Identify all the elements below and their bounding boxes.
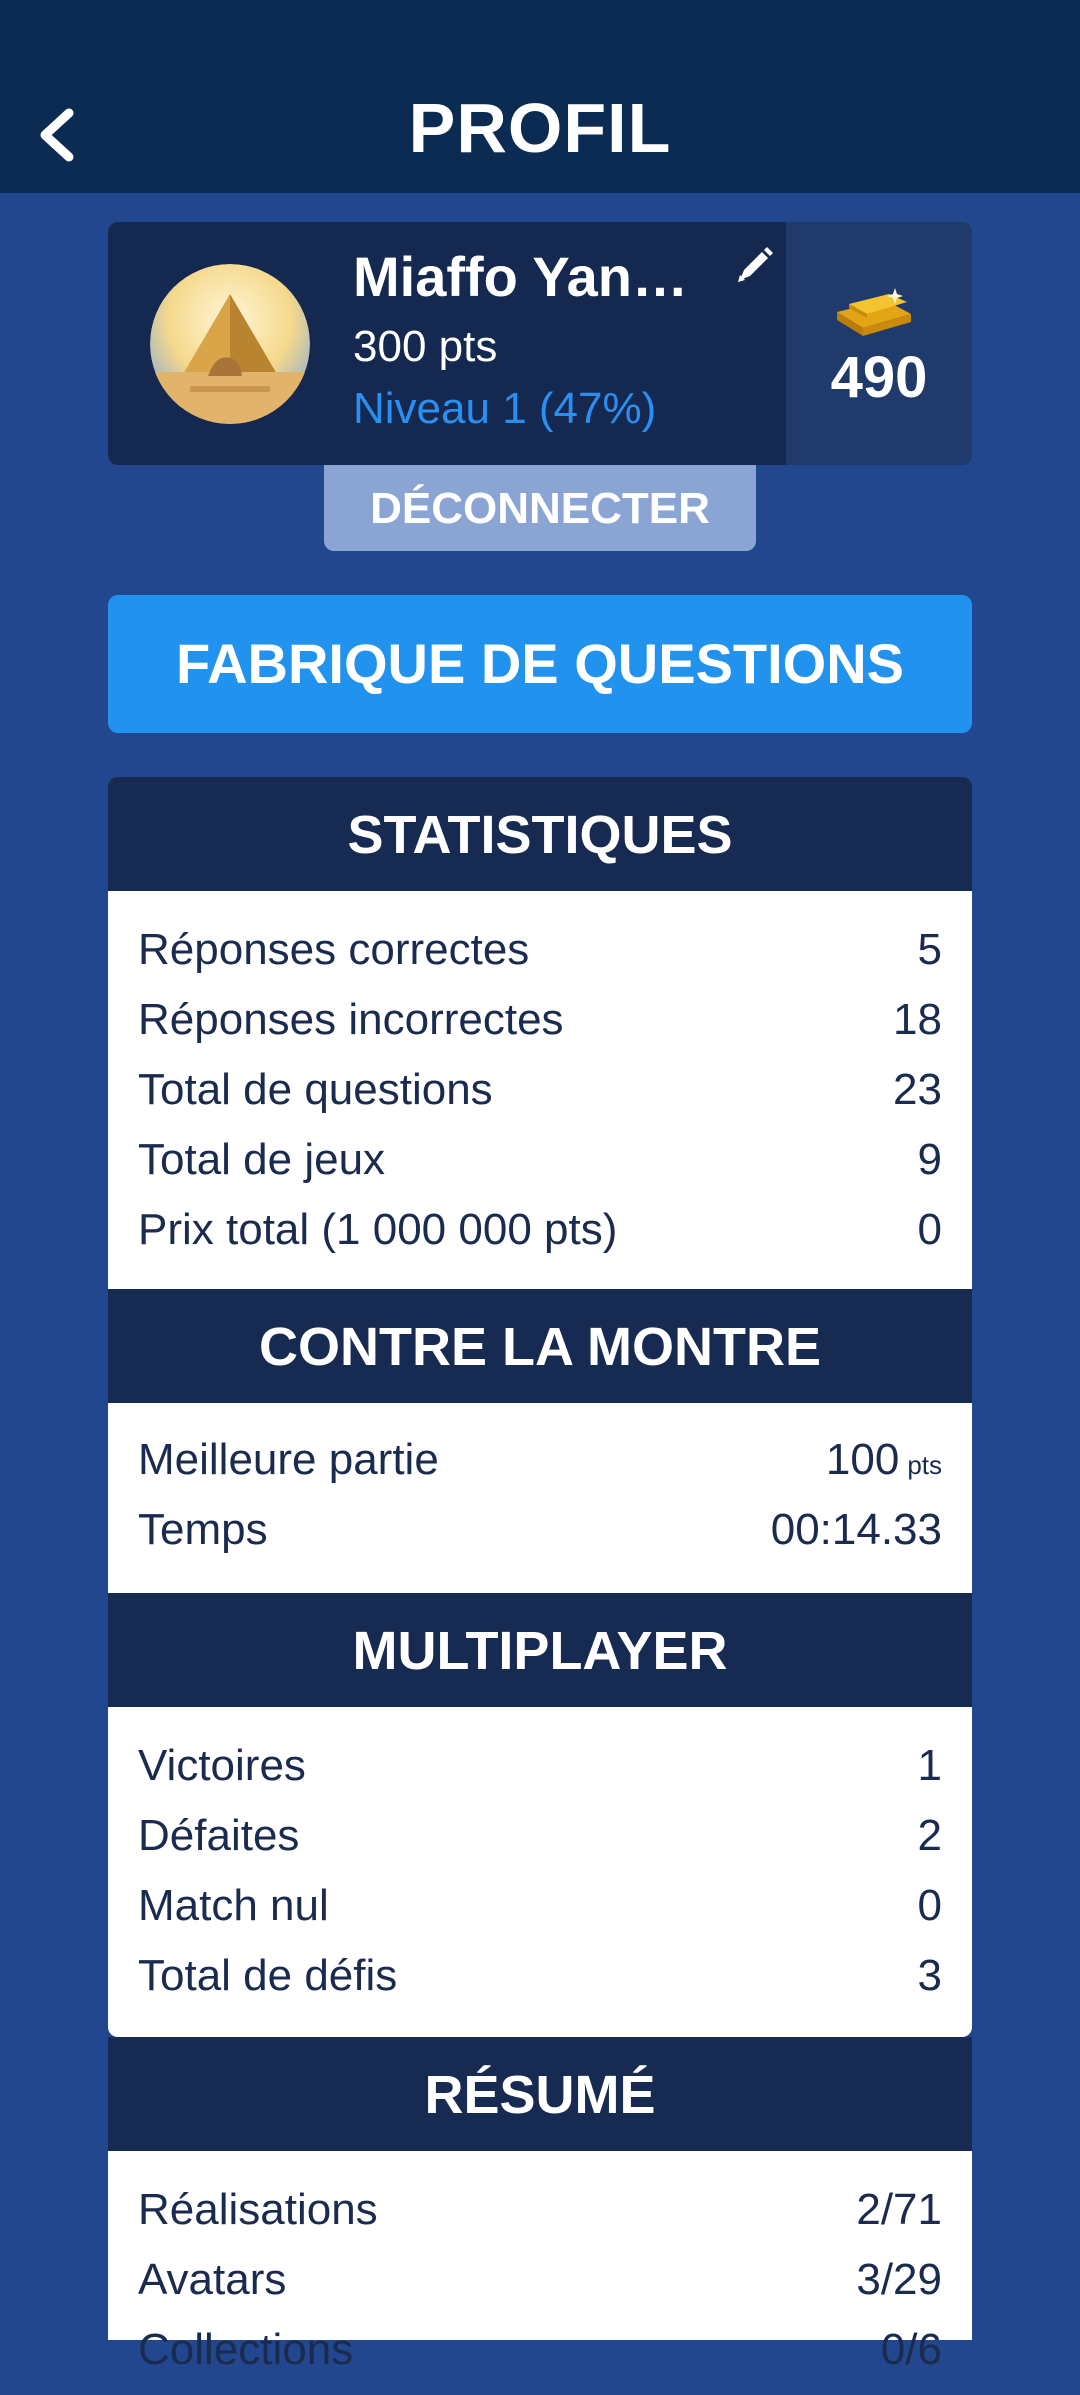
stat-label: Prix total (1 000 000 pts) xyxy=(138,1205,618,1254)
statistics-header: STATISTIQUES xyxy=(108,777,972,891)
question-factory-button[interactable]: FABRIQUE DE QUESTIONS xyxy=(108,595,972,733)
page-title: PROFIL xyxy=(408,89,672,167)
stat-label: Total de défis xyxy=(138,1951,398,2000)
time-trial-section: Meilleure partie 100 pts Temps 00:14.33 xyxy=(108,1403,972,1593)
stat-row: Total de jeux 9 xyxy=(138,1135,942,1205)
statistics-section: Réponses correctes 5 Réponses incorrecte… xyxy=(108,891,972,1289)
logout-button[interactable]: DÉCONNECTER xyxy=(324,465,756,551)
stat-row: Réponses correctes 5 xyxy=(138,925,942,995)
stat-row: Prix total (1 000 000 pts) 0 xyxy=(138,1205,942,1275)
user-name: Miaffo Yan… xyxy=(353,245,689,308)
stat-value: 2/71 xyxy=(856,2185,942,2234)
stat-row: Match nul 0 xyxy=(138,1881,942,1951)
gold-panel[interactable]: 490 xyxy=(786,222,972,465)
stat-value: 0 xyxy=(917,1881,942,1930)
stat-value: 9 xyxy=(917,1135,942,1184)
stat-value: 1 xyxy=(917,1741,942,1790)
stat-label: Réalisations xyxy=(138,2185,378,2234)
stat-value: 5 xyxy=(917,925,942,974)
multiplayer-header: MULTIPLAYER xyxy=(108,1593,972,1707)
stat-row: Total de questions 23 xyxy=(138,1065,942,1135)
time-value: 00:14.33 xyxy=(770,1505,942,1554)
multiplayer-section: Victoires 1 Défaites 2 Match nul 0 Total… xyxy=(108,1707,972,2037)
stat-row: Temps 00:14.33 xyxy=(138,1505,942,1575)
stat-row: Défaites 2 xyxy=(138,1811,942,1881)
stat-row: Meilleure partie 100 pts xyxy=(138,1435,942,1505)
stat-label: Victoires xyxy=(138,1741,306,1790)
stat-value: 3/29 xyxy=(856,2255,942,2304)
summary-header: RÉSUMÉ xyxy=(108,2037,972,2151)
stat-row: Réalisations 2/71 xyxy=(138,2185,942,2255)
stat-row: Avatars 3/29 xyxy=(138,2255,942,2325)
stat-row: Réponses incorrectes 18 xyxy=(138,995,942,1065)
unit-label: pts xyxy=(907,1450,942,1480)
gold-bars-icon xyxy=(837,288,911,336)
best-game-label: Meilleure partie xyxy=(138,1435,439,1484)
stat-label: Réponses correctes xyxy=(138,925,530,974)
gold-count: 490 xyxy=(830,345,928,410)
stat-label: Collections xyxy=(138,2325,354,2374)
user-points: 300 pts xyxy=(353,322,498,371)
time-label: Temps xyxy=(138,1505,268,1554)
stat-label: Réponses incorrectes xyxy=(138,995,564,1044)
pencil-icon[interactable] xyxy=(732,242,778,288)
stat-label: Match nul xyxy=(138,1881,329,1930)
summary-section: Réalisations 2/71 Avatars 3/29 Collectio… xyxy=(108,2151,972,2374)
stat-value: 0/6 xyxy=(880,2325,942,2374)
stat-label: Total de jeux xyxy=(138,1135,386,1184)
profile-card: Miaffo Yan… 300 pts Niveau 1 (47%) 490 xyxy=(108,222,972,465)
stat-row: Victoires 1 xyxy=(138,1741,942,1811)
user-level: Niveau 1 (47%) xyxy=(353,384,657,433)
stat-label: Défaites xyxy=(138,1811,300,1860)
stat-row: Total de défis 3 xyxy=(138,1951,942,2021)
stat-value: 2 xyxy=(917,1811,942,1860)
stat-label: Avatars xyxy=(138,2255,287,2304)
avatar[interactable] xyxy=(150,264,310,424)
stat-value: 23 xyxy=(893,1065,942,1114)
time-trial-header: CONTRE LA MONTRE xyxy=(108,1289,972,1403)
stat-label: Total de questions xyxy=(138,1065,493,1114)
stat-value: 3 xyxy=(917,1951,942,2000)
best-game-value: 100 pts xyxy=(825,1435,942,1484)
stat-row: Collections 0/6 xyxy=(138,2325,942,2395)
stat-value: 0 xyxy=(917,1205,942,1254)
stat-value: 18 xyxy=(893,995,942,1044)
